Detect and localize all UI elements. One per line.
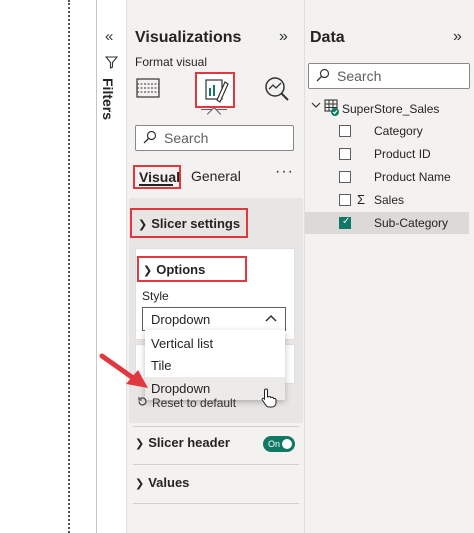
options-header[interactable]: ❯ Options [137, 256, 247, 282]
reset-icon [137, 396, 148, 410]
data-title: Data [310, 29, 345, 46]
chevron-down-icon: ❯ [143, 265, 153, 277]
section-divider [133, 426, 299, 427]
canvas-boundary-line [68, 0, 70, 533]
field-sales[interactable]: Σ Sales [305, 189, 469, 211]
field-checkbox[interactable] [339, 148, 351, 160]
slicer-header-toggle[interactable]: On [263, 436, 295, 452]
slicer-settings-header[interactable]: ❯ Slicer settings [130, 208, 248, 238]
search-placeholder: Search [337, 68, 382, 84]
tab-general[interactable]: General [191, 168, 241, 184]
menu-item-vertical-list[interactable]: Vertical list [145, 332, 285, 355]
tab-visual[interactable]: Visual [133, 165, 181, 189]
field-checkbox[interactable] [339, 125, 351, 137]
field-product-name[interactable]: Product Name [305, 166, 469, 188]
search-icon [316, 68, 330, 87]
menu-item-tile[interactable]: Tile [145, 354, 285, 377]
filters-pane-collapsed[interactable]: « Filters [96, 0, 126, 533]
field-label: Product Name [374, 170, 451, 184]
reset-label: Reset to default [152, 396, 237, 410]
field-category[interactable]: Category [305, 120, 469, 142]
reset-to-default[interactable]: Reset to default [137, 396, 236, 410]
red-arrow-icon [96, 352, 154, 397]
style-dropdown[interactable]: Dropdown [142, 307, 286, 331]
data-pane: Data » Search SuperStore_Sales Category [304, 0, 474, 533]
funnel-icon [104, 56, 119, 74]
build-visual-icon[interactable] [135, 75, 165, 105]
data-search-input[interactable]: Search [308, 63, 470, 89]
section-divider [133, 464, 299, 465]
field-label: Sub-Category [374, 216, 449, 230]
chevron-down-icon [311, 100, 321, 113]
double-chevron-right-icon[interactable]: » [453, 28, 462, 46]
slicer-header-section[interactable]: ❯ Slicer header [135, 435, 230, 450]
format-visual-label: Format visual [135, 55, 208, 69]
values-section[interactable]: ❯ Values [135, 475, 189, 490]
section-divider [133, 503, 299, 504]
field-checkbox[interactable] [339, 171, 351, 183]
report-canvas [0, 0, 96, 533]
chevron-up-icon [265, 312, 277, 326]
filters-label[interactable]: Filters [100, 78, 116, 120]
field-label: Category [374, 124, 423, 138]
sigma-icon: Σ [357, 192, 366, 207]
visualizations-pane: Visualizations » Format visual Search Vi… [126, 0, 304, 533]
table-name: SuperStore_Sales [342, 102, 440, 116]
search-placeholder: Search [164, 130, 209, 146]
table-icon [324, 99, 340, 120]
field-checkbox[interactable] [339, 194, 351, 206]
slicer-settings-label: Slicer settings [151, 216, 241, 231]
visualizations-search-input[interactable]: Search [135, 125, 294, 151]
analytics-icon[interactable] [263, 75, 293, 105]
more-options-icon[interactable]: ··· [275, 163, 294, 181]
double-chevron-right-icon[interactable]: » [279, 28, 288, 46]
format-tabs: Visual General ··· [133, 163, 301, 189]
chevron-down-icon: ❯ [138, 219, 148, 231]
toggle-state-label: On [268, 439, 281, 449]
double-chevron-left-icon[interactable]: « [105, 28, 113, 45]
toggle-knob [282, 439, 292, 449]
values-label: Values [148, 475, 190, 490]
field-sub-category[interactable]: ✓ Sub-Category [305, 212, 469, 234]
options-label: Options [156, 262, 206, 277]
format-visual-icon[interactable] [195, 72, 235, 108]
field-checkbox-checked[interactable]: ✓ [339, 216, 351, 229]
hand-cursor-icon [261, 388, 277, 413]
field-product-id[interactable]: Product ID [305, 143, 469, 165]
chevron-right-icon: ❯ [135, 478, 145, 490]
search-icon [143, 130, 157, 149]
slicer-header-label: Slicer header [148, 435, 230, 450]
style-label: Style [142, 289, 169, 303]
visualizations-title: Visualizations [135, 29, 242, 46]
field-label: Sales [374, 193, 405, 207]
field-label: Product ID [374, 147, 431, 161]
style-dropdown-value: Dropdown [151, 312, 211, 327]
table-superstore-sales[interactable]: SuperStore_Sales [311, 99, 471, 119]
chevron-right-icon: ❯ [135, 438, 145, 450]
checkmark-icon: ✓ [342, 216, 351, 227]
